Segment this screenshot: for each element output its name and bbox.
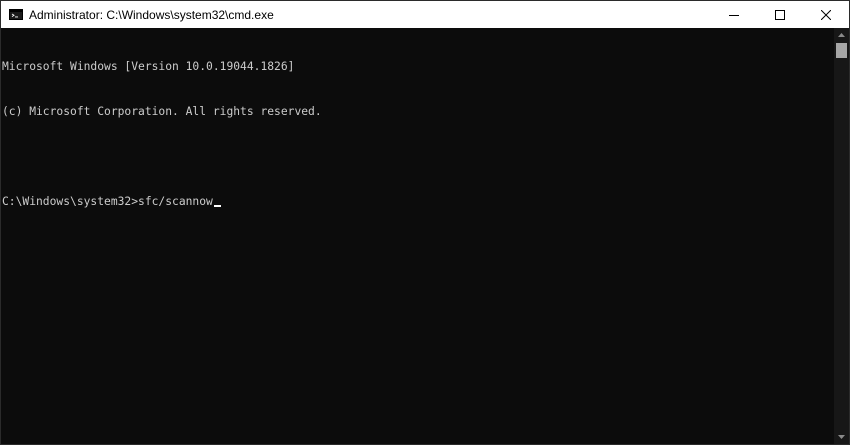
text-cursor xyxy=(213,205,221,207)
window-title: Administrator: C:\Windows\system32\cmd.e… xyxy=(29,7,274,22)
close-icon xyxy=(821,9,831,20)
minimize-icon xyxy=(729,14,739,16)
maximize-button[interactable] xyxy=(757,1,803,28)
console-output[interactable]: Microsoft Windows [Version 10.0.19044.18… xyxy=(1,28,834,444)
title-bar[interactable]: Administrator: C:\Windows\system32\cmd.e… xyxy=(1,1,849,28)
maximize-icon xyxy=(775,9,785,20)
chevron-down-icon xyxy=(838,435,845,439)
cmd-console-icon xyxy=(9,9,23,20)
prompt-command-text: C:\Windows\system32>sfc/scannow xyxy=(2,195,213,208)
minimize-button[interactable] xyxy=(711,1,757,28)
vertical-scrollbar[interactable] xyxy=(834,28,849,444)
console-prompt-line[interactable]: C:\Windows\system32>sfc/scannow xyxy=(2,194,834,209)
window-controls xyxy=(711,1,849,28)
scroll-up-button[interactable] xyxy=(834,28,849,42)
cmd-window: Administrator: C:\Windows\system32\cmd.e… xyxy=(0,0,850,445)
close-button[interactable] xyxy=(803,1,849,28)
scroll-down-button[interactable] xyxy=(834,430,849,444)
scroll-thumb[interactable] xyxy=(836,43,847,58)
console-line: Microsoft Windows [Version 10.0.19044.18… xyxy=(2,60,295,73)
console-line: (c) Microsoft Corporation. All rights re… xyxy=(2,105,322,118)
chevron-up-icon xyxy=(838,33,845,37)
